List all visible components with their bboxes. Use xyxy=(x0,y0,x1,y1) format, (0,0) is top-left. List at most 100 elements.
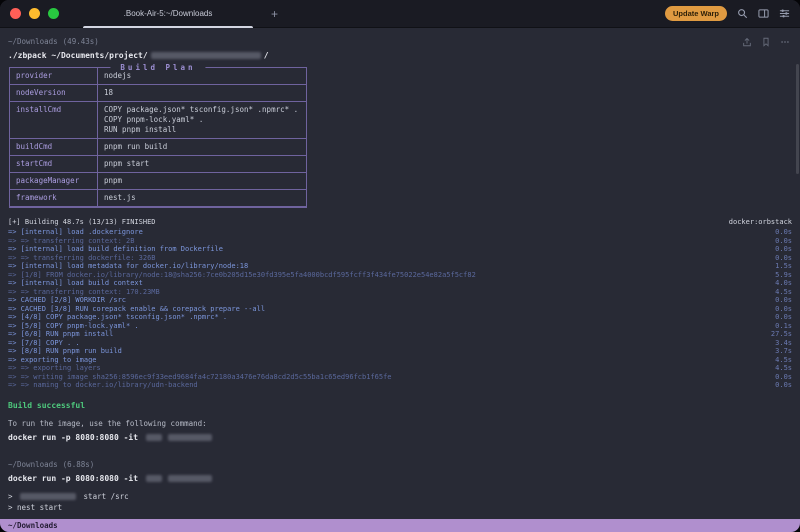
tab-title: .Book-Air-5:~/Downloads xyxy=(124,9,213,18)
build-progress: [+] Building 48.7s (13/13) FINISHED xyxy=(8,218,156,226)
docker-build-step: => [4/8] COPY package.json* tsconfig.jso… xyxy=(8,313,792,322)
scrollbar-thumb[interactable] xyxy=(796,64,799,174)
close-window-button[interactable] xyxy=(10,8,21,19)
docker-build-step: => [internal] load .dockerignore 0.0s xyxy=(8,228,792,237)
npm-script-line: > start /src xyxy=(8,492,792,501)
step-duration: 0.0s xyxy=(758,237,792,246)
build-plan-row: installCmd COPY package.json* tsconfig.j… xyxy=(10,102,306,139)
step-duration: 5.9s xyxy=(758,271,792,280)
suggested-run-command: docker run -p 8080:8080 -it xyxy=(8,433,792,442)
docker-build-step: => [5/8] COPY pnpm-lock.yaml* . 0.1s xyxy=(8,322,792,331)
docker-build-step: => exporting to image 4.5s xyxy=(8,356,792,365)
run-hint: To run the image, use the following comm… xyxy=(8,419,792,428)
window-controls xyxy=(10,8,59,19)
step-duration: 4.5s xyxy=(758,356,792,365)
zbpack-command-line: ./zbpack ~/Documents/project// xyxy=(8,51,792,60)
warp-terminal-window: .Book-Air-5:~/Downloads + Update Warp ~/… xyxy=(0,0,800,532)
build-plan-value: pnpm start xyxy=(98,156,155,172)
build-plan-value: COPY package.json* tsconfig.json* .npmrc… xyxy=(98,102,304,138)
status-bar[interactable]: ~/Downloads xyxy=(0,519,800,532)
docker-build-step: => => transferring dockerfile: 326B 0.0s xyxy=(8,254,792,263)
new-tab-button[interactable]: + xyxy=(271,8,278,20)
working-directory: ~/Downloads xyxy=(8,37,58,46)
status-bar-path: ~/Downloads xyxy=(8,521,58,530)
docker-build-step: => [7/8] COPY . . 3.4s xyxy=(8,339,792,348)
step-duration: 1.5s xyxy=(758,262,792,271)
redacted-text xyxy=(146,434,162,441)
block-actions xyxy=(742,37,790,47)
redacted-text xyxy=(151,52,261,59)
build-plan-key: nodeVersion xyxy=(10,85,98,101)
build-plan-key: provider xyxy=(10,68,98,84)
bookmark-icon[interactable] xyxy=(761,37,771,47)
redacted-text xyxy=(168,434,212,441)
more-icon[interactable] xyxy=(780,37,790,47)
redacted-text xyxy=(146,475,162,482)
step-duration: 0.0s xyxy=(758,313,792,322)
step-duration: 3.4s xyxy=(758,339,792,348)
build-plan-key: installCmd xyxy=(10,102,98,138)
terminal-output: ~/Downloads (49.43s) ./zbpack ~/Documents… xyxy=(0,28,800,519)
redacted-text xyxy=(168,475,212,482)
build-plan-table: Build Plan provider nodejs nodeVersion 1… xyxy=(9,67,307,208)
update-warp-button[interactable]: Update Warp xyxy=(665,6,727,21)
build-plan-row: buildCmd pnpm run build xyxy=(10,139,306,156)
step-duration: 0.1s xyxy=(758,322,792,331)
step-duration: 27.5s xyxy=(758,330,792,339)
command-slash: / xyxy=(264,51,269,60)
docker-build-summary: [+] Building 48.7s (13/13) FINISHED dock… xyxy=(8,218,792,226)
docker-build-step: => [1/8] FROM docker.io/library/node:18@… xyxy=(8,271,792,280)
layout-icon[interactable] xyxy=(758,8,769,19)
step-duration: 4.5s xyxy=(758,364,792,373)
step-duration: 0.0s xyxy=(758,296,792,305)
command-name: ./zbpack xyxy=(8,51,47,60)
step-duration: 0.0s xyxy=(758,381,792,390)
step-duration: 0.0s xyxy=(758,245,792,254)
build-plan-value: pnpm run build xyxy=(98,139,173,155)
build-plan-row: nodeVersion 18 xyxy=(10,85,306,102)
docker-build-step: => => exporting layers 4.5s xyxy=(8,364,792,373)
step-duration: 0.0s xyxy=(758,305,792,314)
docker-build-step: => CACHED [3/8] RUN corepack enable && c… xyxy=(8,305,792,314)
build-plan-value: 18 xyxy=(98,85,119,101)
command-block-header[interactable]: ~/Downloads (49.43s) xyxy=(8,36,792,47)
build-plan-key: packageManager xyxy=(10,173,98,189)
build-plan-key: buildCmd xyxy=(10,139,98,155)
block-context: ~/Downloads (49.43s) xyxy=(8,37,104,46)
build-plan-title: Build Plan xyxy=(110,63,205,72)
docker-build-step: => [8/8] RUN pnpm run build 3.7s xyxy=(8,347,792,356)
build-plan-row: framework nest.js xyxy=(10,190,306,207)
step-duration: 3.7s xyxy=(758,347,792,356)
docker-run-command-line: docker run -p 8080:8080 -it xyxy=(8,474,792,483)
build-plan-key: framework xyxy=(10,190,98,206)
build-status: Build successful xyxy=(8,401,792,410)
command-duration: (6.88s) xyxy=(63,460,95,469)
docker-build-step: => => transferring context: 170.23MB 4.5… xyxy=(8,288,792,297)
docker-build-step: => [internal] load build context 4.0s xyxy=(8,279,792,288)
docker-build-step: => => transferring context: 2B 0.0s xyxy=(8,237,792,246)
block-context: ~/Downloads(6.88s) xyxy=(8,460,99,469)
step-duration: 0.0s xyxy=(758,228,792,237)
step-duration: 0.0s xyxy=(758,373,792,382)
command-duration: (49.43s) xyxy=(63,37,99,46)
docker-build-step: => [internal] load build definition from… xyxy=(8,245,792,254)
minimize-window-button[interactable] xyxy=(29,8,40,19)
build-plan-row: startCmd pnpm start xyxy=(10,156,306,173)
settings-icon[interactable] xyxy=(779,8,790,19)
docker-build-step: => [6/8] RUN pnpm install 27.5s xyxy=(8,330,792,339)
docker-run-block: ~/Downloads(6.88s) docker run -p 8080:80… xyxy=(8,459,792,520)
build-plan-value: pnpm xyxy=(98,173,128,189)
terminal-tab[interactable]: .Book-Air-5:~/Downloads xyxy=(79,0,257,28)
share-icon[interactable] xyxy=(742,37,752,47)
step-duration: 4.0s xyxy=(758,279,792,288)
docker-build-step: => => naming to docker.io/library/udn-ba… xyxy=(8,381,792,390)
build-plan-value: nest.js xyxy=(98,190,142,206)
titlebar-actions: Update Warp xyxy=(665,6,790,21)
nest-start-line: > nest start xyxy=(8,503,792,512)
zoom-window-button[interactable] xyxy=(48,8,59,19)
step-duration: 4.5s xyxy=(758,288,792,297)
search-icon[interactable] xyxy=(737,8,748,19)
redacted-text xyxy=(20,493,76,500)
step-duration: 0.0s xyxy=(758,254,792,263)
command-block-header[interactable]: ~/Downloads(6.88s) xyxy=(8,459,792,470)
